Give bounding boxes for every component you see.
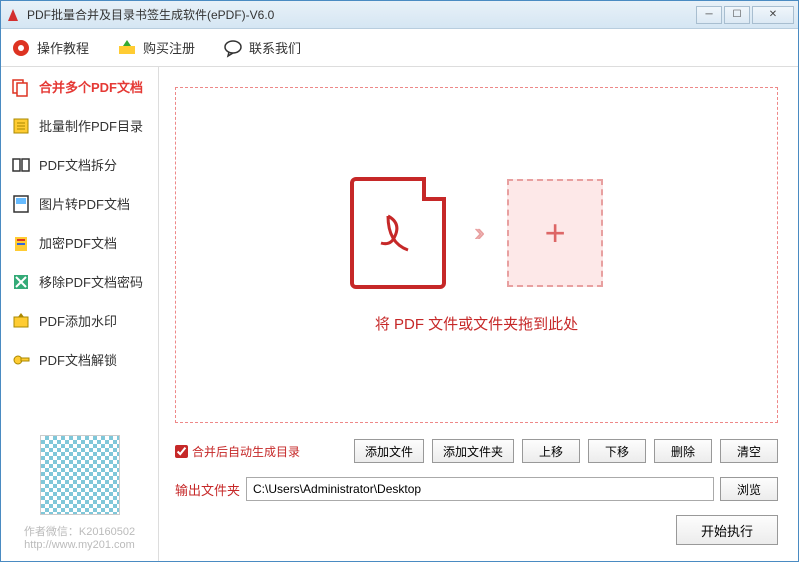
- arrow-icon: ››: [474, 217, 479, 248]
- window-title: PDF批量合并及目录书签生成软件(ePDF)-V6.0: [27, 6, 696, 23]
- sidebar-item-label: 合并多个PDF文档: [39, 77, 143, 96]
- delete-button[interactable]: 删除: [654, 439, 712, 463]
- output-input[interactable]: [246, 477, 714, 501]
- sidebar-item-label: 图片转PDF文档: [39, 194, 130, 213]
- qr-code: [40, 435, 120, 515]
- watermark-icon: [11, 311, 31, 331]
- maximize-button[interactable]: ☐: [724, 6, 750, 24]
- clear-button[interactable]: 清空: [720, 439, 778, 463]
- sidebar-item-merge[interactable]: 合并多个PDF文档: [1, 67, 158, 106]
- drop-text: 将 PDF 文件或文件夹拖到此处: [375, 313, 578, 334]
- sidebar-item-label: 移除PDF文档密码: [39, 272, 143, 291]
- sidebar-item-image[interactable]: 图片转PDF文档: [1, 184, 158, 223]
- titlebar: PDF批量合并及目录书签生成软件(ePDF)-V6.0 ─ ☐ ✕: [1, 1, 798, 29]
- sidebar-footer: 作者微信：K20160502 http://www.my201.com: [1, 425, 158, 561]
- auto-toc-label: 合并后自动生成目录: [192, 443, 300, 460]
- drop-inner: ›› +: [350, 177, 603, 289]
- add-folder-button[interactable]: 添加文件夹: [432, 439, 514, 463]
- sidebar-item-label: PDF文档解锁: [39, 350, 117, 369]
- sidebar-item-encrypt[interactable]: 加密PDF文档: [1, 223, 158, 262]
- purchase-icon: [117, 38, 137, 58]
- tutorial-button[interactable]: 操作教程: [11, 38, 89, 58]
- window: PDF批量合并及目录书签生成软件(ePDF)-V6.0 ─ ☐ ✕ 操作教程 购…: [0, 0, 799, 562]
- wechat-label: 作者微信：K20160502: [11, 523, 148, 539]
- tutorial-icon: [11, 38, 31, 58]
- sidebar-item-remove-pwd[interactable]: 移除PDF文档密码: [1, 262, 158, 301]
- close-button[interactable]: ✕: [752, 6, 794, 24]
- add-box: +: [507, 179, 603, 287]
- encrypt-icon: [11, 233, 31, 253]
- sidebar-item-label: PDF文档拆分: [39, 155, 117, 174]
- pdf-icon: [350, 177, 446, 289]
- sidebar-item-toc[interactable]: 批量制作PDF目录: [1, 106, 158, 145]
- merge-icon: [11, 77, 31, 97]
- auto-toc-checkbox[interactable]: [175, 445, 188, 458]
- contact-button[interactable]: 联系我们: [223, 38, 301, 58]
- contact-icon: [223, 38, 243, 58]
- tutorial-label: 操作教程: [37, 38, 89, 57]
- move-down-button[interactable]: 下移: [588, 439, 646, 463]
- main: 合并多个PDF文档 批量制作PDF目录 PDF文档拆分 图片转PDF文档 加密P…: [1, 67, 798, 561]
- sidebar-item-split[interactable]: PDF文档拆分: [1, 145, 158, 184]
- output-label: 输出文件夹: [175, 480, 240, 499]
- purchase-button[interactable]: 购买注册: [117, 38, 195, 58]
- sidebar-item-label: PDF添加水印: [39, 311, 117, 330]
- browse-button[interactable]: 浏览: [720, 477, 778, 501]
- contact-label: 联系我们: [249, 38, 301, 57]
- purchase-label: 购买注册: [143, 38, 195, 57]
- drop-zone[interactable]: ›› + 将 PDF 文件或文件夹拖到此处: [175, 87, 778, 423]
- execute-row: 开始执行: [175, 515, 778, 545]
- app-icon: [5, 7, 21, 23]
- sidebar-item-label: 批量制作PDF目录: [39, 116, 143, 135]
- add-file-button[interactable]: 添加文件: [354, 439, 424, 463]
- toolbar: 操作教程 购买注册 联系我们: [1, 29, 798, 67]
- execute-button[interactable]: 开始执行: [676, 515, 778, 545]
- unlock-icon: [11, 350, 31, 370]
- image-icon: [11, 194, 31, 214]
- output-row: 输出文件夹 浏览: [175, 477, 778, 501]
- split-icon: [11, 155, 31, 175]
- window-controls: ─ ☐ ✕: [696, 6, 794, 24]
- sidebar-item-unlock[interactable]: PDF文档解锁: [1, 340, 158, 379]
- move-up-button[interactable]: 上移: [522, 439, 580, 463]
- sidebar: 合并多个PDF文档 批量制作PDF目录 PDF文档拆分 图片转PDF文档 加密P…: [1, 67, 159, 561]
- auto-toc-checkbox-wrap[interactable]: 合并后自动生成目录: [175, 443, 346, 460]
- toc-icon: [11, 116, 31, 136]
- sidebar-item-label: 加密PDF文档: [39, 233, 117, 252]
- minimize-button[interactable]: ─: [696, 6, 722, 24]
- sidebar-item-watermark[interactable]: PDF添加水印: [1, 301, 158, 340]
- website-label: http://www.my201.com: [11, 539, 148, 551]
- controls-row: 合并后自动生成目录 添加文件 添加文件夹 上移 下移 删除 清空: [175, 439, 778, 463]
- content: ›› + 将 PDF 文件或文件夹拖到此处 合并后自动生成目录 添加文件 添加文…: [159, 67, 798, 561]
- remove-pwd-icon: [11, 272, 31, 292]
